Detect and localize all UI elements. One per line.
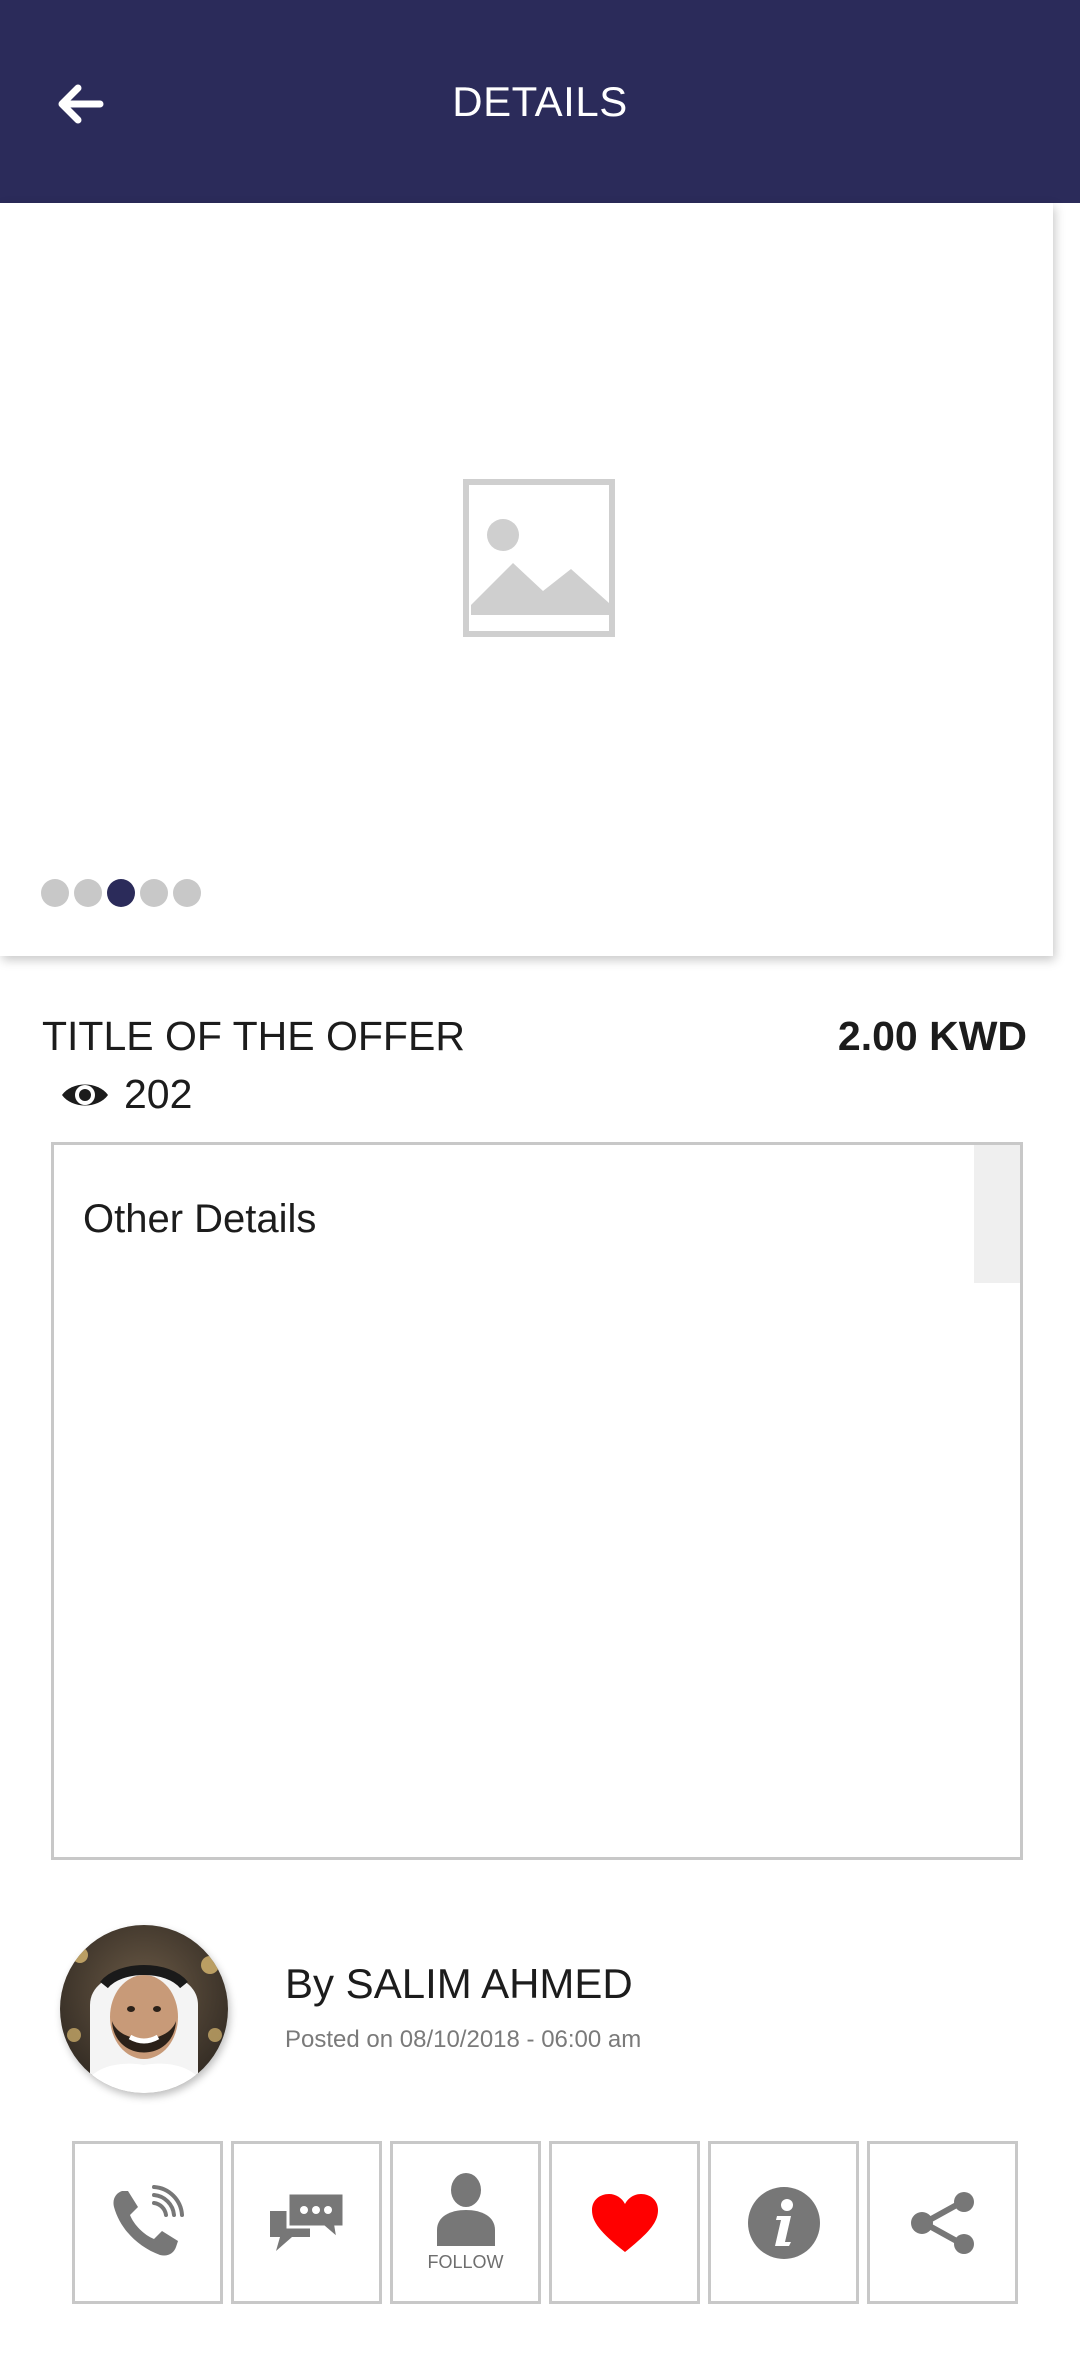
- chat-icon: [269, 2191, 345, 2251]
- follow-button[interactable]: FOLLOW: [390, 2141, 541, 2304]
- heart-icon: [591, 2193, 658, 2252]
- eye-icon: [62, 1084, 108, 1105]
- carousel-dot[interactable]: [74, 879, 102, 907]
- author-name: By SALIM AHMED: [285, 1960, 633, 2007]
- user-icon: [436, 2173, 495, 2246]
- author-section: By SALIM AHMED Posted on 08/10/2018 - 06…: [60, 1925, 1020, 2095]
- info-icon: [747, 2186, 820, 2259]
- app-bar: DETAILS: [0, 0, 1080, 203]
- favorite-button[interactable]: [549, 2141, 700, 2304]
- scrollbar[interactable]: [974, 1145, 1020, 1283]
- carousel-dot-active[interactable]: [107, 879, 135, 907]
- carousel-dot[interactable]: [41, 879, 69, 907]
- avatar[interactable]: [60, 1925, 228, 2093]
- image-placeholder-icon: [463, 479, 615, 637]
- share-icon: [910, 2191, 974, 2254]
- offer-title: TITLE OF THE OFFER: [42, 1013, 465, 1059]
- carousel-dot[interactable]: [140, 879, 168, 907]
- page-title: DETAILS: [452, 78, 628, 125]
- image-carousel[interactable]: [0, 203, 1053, 956]
- phone-icon: [112, 2184, 184, 2256]
- carousel-dots: [41, 879, 201, 907]
- info-button[interactable]: [708, 2141, 859, 2304]
- details-box[interactable]: Other Details: [51, 1142, 1023, 1860]
- details-label: Other Details: [83, 1197, 317, 1241]
- message-button[interactable]: [231, 2141, 382, 2304]
- views-count: 202: [124, 1071, 193, 1117]
- carousel-dot[interactable]: [173, 879, 201, 907]
- action-bar: FOLLOW: [72, 2141, 1018, 2304]
- call-button[interactable]: [72, 2141, 223, 2304]
- posted-date: Posted on 08/10/2018 - 06:00 am: [285, 2026, 642, 2053]
- views-counter: 202: [60, 1071, 192, 1118]
- offer-price: 2.00 KWD: [837, 1013, 1027, 1059]
- follow-label: FOLLOW: [427, 2252, 504, 2272]
- share-button[interactable]: [867, 2141, 1018, 2304]
